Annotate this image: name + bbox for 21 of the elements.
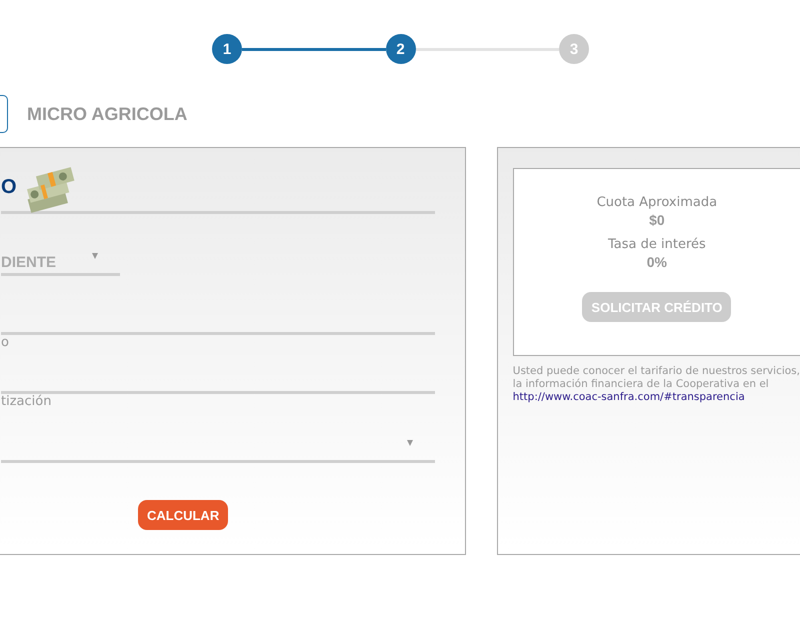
result-value: $0 — [649, 212, 665, 228]
calculate-button[interactable]: CALCULAR — [138, 500, 228, 530]
field-value: DIENTE — [1, 254, 56, 273]
result-value: 0% — [646, 254, 667, 270]
select-field[interactable]: DIENTE — [1, 224, 120, 276]
field-label: tización — [1, 394, 52, 409]
notice-text: Usted puede conocer el tarifario de nuestros servicios, — [512, 365, 800, 378]
caret-icon — [92, 253, 98, 259]
step-circle[interactable]: 2 — [386, 34, 416, 64]
form-heading: O — [1, 176, 17, 199]
transparency-link[interactable]: http://www.coac-sanfra.com/#transparencia — [512, 391, 745, 404]
caret-icon — [406, 440, 413, 446]
result-label: Cuota Aproximada — [596, 195, 718, 210]
outline-button[interactable] — [0, 95, 8, 133]
result-label: Tasa de interés — [608, 237, 706, 252]
select-field[interactable]: tización — [1, 394, 435, 463]
notice-text: la información financiera de la Cooperativa en el — [512, 378, 770, 391]
product-title: MICRO AGRICOLA — [27, 104, 188, 124]
step-circle[interactable]: 1 — [212, 34, 242, 64]
field-label: o — [1, 335, 10, 350]
input-field[interactable]: o — [1, 335, 435, 394]
